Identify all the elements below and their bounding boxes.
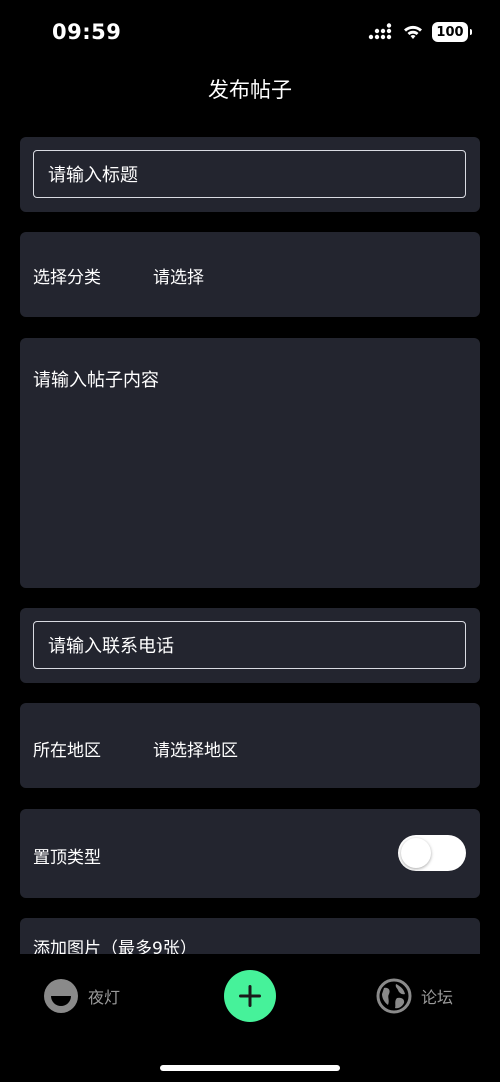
region-label: 所在地区 [33, 741, 101, 761]
status-bar: 09:59 100 [0, 0, 500, 64]
plus-icon [239, 985, 261, 1007]
tab-nightlight[interactable]: 夜灯 [43, 978, 120, 1014]
title-input[interactable]: 请输入标题 [33, 150, 466, 198]
tab-forum[interactable]: 论坛 [376, 978, 453, 1014]
pin-label: 置顶类型 [33, 848, 101, 868]
add-post-button[interactable] [224, 970, 276, 1022]
home-indicator [160, 1065, 340, 1071]
globe-icon [376, 978, 412, 1014]
status-icons: 100 [368, 22, 472, 42]
content-textarea[interactable]: 请输入帖子内容 [20, 338, 480, 588]
nightlight-icon [44, 979, 78, 1013]
status-time: 09:59 [52, 20, 122, 44]
signal-icon [368, 23, 392, 40]
category-card[interactable]: 选择分类 请选择 [20, 232, 480, 317]
bottom-tab-bar: 夜灯 论坛 [0, 954, 500, 1082]
phone-card: 请输入联系电话 [20, 608, 480, 683]
wifi-icon [404, 25, 422, 39]
region-select[interactable]: 请选择地区 [153, 736, 238, 761]
toggle-knob [401, 838, 431, 868]
pin-toggle[interactable] [398, 835, 466, 871]
tab-nightlight-label: 夜灯 [88, 988, 121, 1007]
content-placeholder: 请输入帖子内容 [33, 370, 159, 391]
category-label: 选择分类 [33, 268, 101, 288]
pin-card: 置顶类型 [20, 809, 480, 898]
title-card: 请输入标题 [20, 137, 480, 212]
tab-forum-label: 论坛 [421, 988, 454, 1007]
region-card[interactable]: 所在地区 请选择地区 [20, 703, 480, 788]
battery-icon: 100 [432, 22, 472, 42]
category-select[interactable]: 请选择 [153, 263, 204, 288]
page-title: 发布帖子 [208, 78, 292, 102]
phone-input[interactable]: 请输入联系电话 [33, 621, 466, 669]
